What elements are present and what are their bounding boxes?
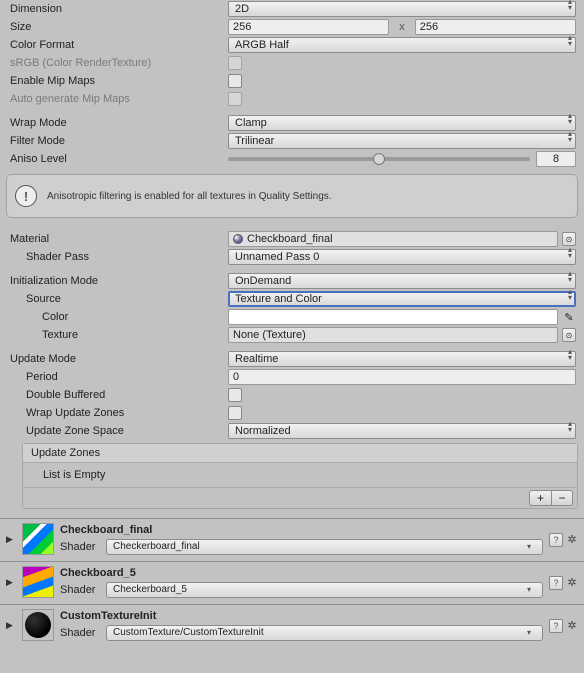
automip-label: Auto generate Mip Maps	[8, 93, 228, 105]
help-icon[interactable]: ?	[549, 533, 563, 547]
dimension-dropdown[interactable]: 2D	[228, 1, 576, 17]
inittexture-value: None (Texture)	[233, 329, 306, 341]
material-name: CustomTextureInit	[60, 610, 543, 622]
zonespace-dropdown[interactable]: Normalized	[228, 423, 576, 439]
wrapmode-label: Wrap Mode	[8, 117, 228, 129]
material-preview	[22, 523, 54, 555]
material-icon	[233, 234, 243, 244]
slider-thumb[interactable]	[373, 153, 385, 165]
info-text: Anisotropic filtering is enabled for all…	[47, 191, 332, 202]
anisolevel-label: Aniso Level	[8, 153, 228, 165]
size-label: Size	[8, 21, 228, 33]
shader-label: Shader	[60, 627, 100, 639]
material-picker-button[interactable]: ⊙	[562, 232, 576, 246]
shaderpass-dropdown[interactable]: Unnamed Pass 0	[228, 249, 576, 265]
gear-icon[interactable]: ✲	[566, 576, 578, 588]
mipmaps-checkbox[interactable]	[228, 74, 242, 88]
foldout-icon[interactable]: ▶	[6, 577, 16, 588]
material-preview	[22, 609, 54, 641]
foldout-icon[interactable]: ▶	[6, 620, 16, 631]
initmode-dropdown[interactable]: OnDemand	[228, 273, 576, 289]
material-field[interactable]: Checkboard_final	[228, 231, 558, 247]
material-name: Checkboard_final	[60, 524, 543, 536]
automip-checkbox	[228, 92, 242, 106]
doublebuffered-label: Double Buffered	[8, 389, 228, 401]
wrapmode-dropdown[interactable]: Clamp	[228, 115, 576, 131]
wrapzones-checkbox[interactable]	[228, 406, 242, 420]
filtermode-label: Filter Mode	[8, 135, 228, 147]
size-height-input[interactable]: 256	[415, 19, 576, 35]
size-width-input[interactable]: 256	[228, 19, 389, 35]
shader-label: Shader	[60, 541, 100, 553]
help-icon[interactable]: ?	[549, 576, 563, 590]
doublebuffered-checkbox[interactable]	[228, 388, 242, 402]
updatezones-header: Update Zones	[23, 444, 577, 463]
source-label[interactable]: Source	[8, 293, 228, 305]
updatemode-label: Update Mode	[8, 353, 228, 365]
zones-remove-button[interactable]: −	[551, 490, 573, 506]
size-x-label: x	[393, 21, 411, 33]
colorformat-label: Color Format	[8, 39, 228, 51]
dimension-label: Dimension	[8, 3, 228, 15]
material-label: Material	[8, 233, 228, 245]
inittexture-field[interactable]: None (Texture)	[228, 327, 558, 343]
srgb-label: sRGB (Color RenderTexture)	[8, 57, 228, 69]
shader-dropdown[interactable]: Checkerboard_final	[106, 539, 543, 555]
initcolor-label: Color	[8, 311, 228, 323]
initmode-label: Initialization Mode	[8, 275, 228, 287]
gear-icon[interactable]: ✲	[566, 619, 578, 631]
wrapzones-label: Wrap Update Zones	[8, 407, 228, 419]
zonespace-label: Update Zone Space	[8, 425, 228, 437]
srgb-checkbox	[228, 56, 242, 70]
foldout-icon[interactable]: ▶	[6, 534, 16, 545]
material-section: ▶ CustomTextureInit Shader CustomTexture…	[0, 604, 584, 647]
updatemode-dropdown[interactable]: Realtime	[228, 351, 576, 367]
period-label: Period	[8, 371, 228, 383]
filtermode-dropdown[interactable]: Trilinear	[228, 133, 576, 149]
shader-dropdown[interactable]: Checkerboard_5	[106, 582, 543, 598]
material-preview	[22, 566, 54, 598]
inittexture-picker-button[interactable]: ⊙	[562, 328, 576, 342]
inittexture-label: Texture	[8, 329, 228, 341]
updatezones-empty: List is Empty	[23, 463, 577, 487]
help-icon[interactable]: ?	[549, 619, 563, 633]
material-section: ▶ Checkboard_final Shader Checkerboard_f…	[0, 518, 584, 561]
material-section: ▶ Checkboard_5 Shader Checkerboard_5 ? ✲	[0, 561, 584, 604]
shader-dropdown[interactable]: CustomTexture/CustomTextureInit	[106, 625, 543, 641]
eyedropper-icon[interactable]: ✎	[562, 310, 576, 324]
info-box: ! Anisotropic filtering is enabled for a…	[6, 174, 578, 218]
initcolor-field[interactable]	[228, 309, 558, 325]
shaderpass-label: Shader Pass	[8, 251, 228, 263]
colorformat-dropdown[interactable]: ARGB Half	[228, 37, 576, 53]
material-name: Checkboard_5	[60, 567, 543, 579]
material-value: Checkboard_final	[247, 233, 333, 245]
anisolevel-value[interactable]: 8	[536, 151, 576, 167]
shader-label: Shader	[60, 584, 100, 596]
updatezones-list: Update Zones List is Empty + −	[22, 443, 578, 509]
anisolevel-slider[interactable]	[228, 157, 530, 161]
mipmaps-label: Enable Mip Maps	[8, 75, 228, 87]
info-icon: !	[15, 185, 37, 207]
zones-add-button[interactable]: +	[529, 490, 551, 506]
source-dropdown[interactable]: Texture and Color	[228, 291, 576, 307]
gear-icon[interactable]: ✲	[566, 533, 578, 545]
period-input[interactable]: 0	[228, 369, 576, 385]
